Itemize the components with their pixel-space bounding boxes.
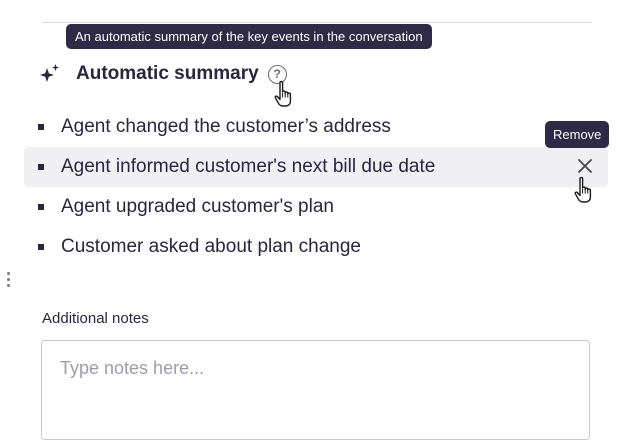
summary-item-text: Agent informed customer's next bill due … [61,156,436,177]
summary-item-text: Agent upgraded customer's plan [61,196,334,217]
summary-list-item-hovered[interactable]: Agent informed customer's next bill due … [24,147,608,187]
summary-help-tooltip: An automatic summary of the key events i… [66,24,432,49]
summary-list-item: Agent upgraded customer's plan [24,187,608,227]
bullet-icon [38,204,44,210]
summary-list-item: Agent changed the customer’s address [24,107,608,147]
close-icon [578,159,592,173]
notes-input[interactable] [41,340,590,440]
summary-list-item: Customer asked about plan change [24,227,608,267]
summary-title: Automatic summary [76,63,259,84]
remove-tooltip: Remove [545,121,610,148]
drag-handle-icon[interactable] [7,272,11,292]
summary-item-text: Customer asked about plan change [61,236,361,257]
hand-pointer-cursor-icon [574,176,592,203]
summary-header: Automatic summary ? [38,60,287,88]
hand-pointer-cursor-icon [274,80,292,107]
summary-list: Agent changed the customer’s address Age… [24,107,608,267]
bullet-icon [38,164,44,170]
notes-label: Additional notes [42,310,149,327]
summary-item-text: Agent changed the customer’s address [61,116,391,137]
remove-item-button[interactable] [576,157,594,175]
sparkle-icon [40,64,59,82]
bullet-icon [38,244,44,250]
bullet-icon [38,124,44,130]
top-divider [42,22,591,23]
